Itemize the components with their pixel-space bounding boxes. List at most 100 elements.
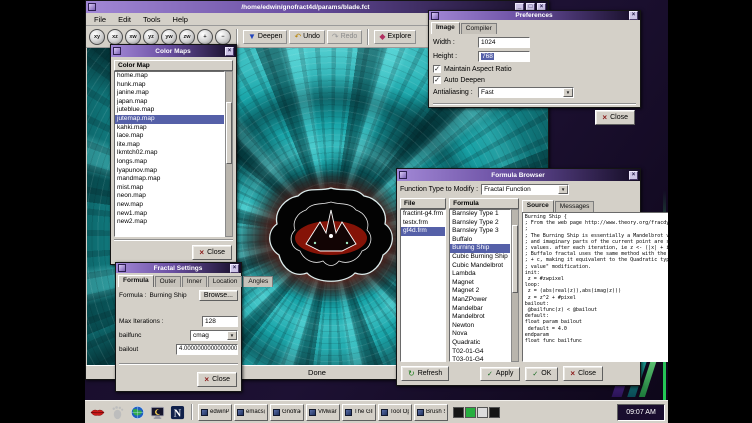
taskbar-task-button[interactable]: Brush Sel... bbox=[414, 404, 448, 421]
close-button[interactable]: × Close bbox=[197, 372, 237, 387]
settings-tab[interactable]: Angles bbox=[243, 276, 273, 287]
fractal-settings-titlebar[interactable]: Fractal Settings × bbox=[116, 263, 241, 273]
formula-item[interactable]: Quadratic bbox=[450, 339, 510, 348]
bailfunc-dropdown[interactable]: cmag ▼ bbox=[190, 330, 238, 341]
window-menu-icon[interactable] bbox=[88, 3, 96, 11]
colormap-item[interactable]: new.map bbox=[115, 201, 224, 210]
menu-item[interactable]: Help bbox=[167, 14, 194, 25]
formula-item[interactable]: Mandelbrot bbox=[450, 313, 510, 322]
screensaver-icon[interactable] bbox=[148, 403, 166, 421]
taskbar-task-button[interactable]: emacs@li... bbox=[234, 404, 268, 421]
formula-item[interactable]: Nova bbox=[450, 330, 510, 339]
taskbar-task-button[interactable]: Tool Optio... bbox=[378, 404, 412, 421]
maintain-aspect-checkbox[interactable]: ✓ bbox=[433, 65, 441, 73]
max-iterations-input[interactable]: 128 bbox=[202, 316, 238, 327]
preferences-titlebar[interactable]: Preferences × bbox=[429, 11, 640, 20]
settings-tab[interactable]: Location bbox=[208, 276, 243, 287]
window-menu-icon[interactable] bbox=[431, 12, 439, 20]
close-icon[interactable]: × bbox=[230, 264, 239, 273]
file-item[interactable]: gf4d.frm bbox=[401, 227, 445, 236]
preferences-tab[interactable]: Image bbox=[431, 22, 460, 34]
colormap-item[interactable]: jutemap.map bbox=[115, 115, 224, 124]
colormap-item[interactable]: lite.map bbox=[115, 141, 224, 150]
rotate-dial-button[interactable]: xw bbox=[125, 29, 141, 45]
colormap-item[interactable]: mandmap.map bbox=[115, 175, 224, 184]
colormap-item[interactable]: kahki.map bbox=[115, 124, 224, 133]
close-icon[interactable]: × bbox=[225, 47, 234, 56]
formula-item[interactable]: Newton bbox=[450, 322, 510, 331]
formula-item[interactable]: Barnsley Type 3 bbox=[450, 227, 510, 236]
rotate-dial-button[interactable]: yz bbox=[143, 29, 159, 45]
undo-button[interactable]: ↶ Undo bbox=[289, 30, 324, 44]
colormap-column-header[interactable]: Color Map bbox=[114, 60, 233, 71]
formula-item[interactable]: Cubic Mandelbrot bbox=[450, 262, 510, 271]
window-menu-icon[interactable] bbox=[399, 171, 407, 179]
window-menu-icon[interactable] bbox=[118, 264, 126, 272]
chevron-down-icon[interactable]: ▼ bbox=[563, 88, 573, 97]
rotate-dial-button[interactable]: xy bbox=[89, 29, 105, 45]
colormap-item[interactable]: home.map bbox=[115, 72, 224, 81]
colormap-item[interactable]: longs.map bbox=[115, 158, 224, 167]
colormap-item[interactable]: hunk.map bbox=[115, 81, 224, 90]
deepen-button[interactable]: ▼ Deepen bbox=[243, 30, 287, 44]
ok-button[interactable]: ✓ OK bbox=[525, 367, 558, 381]
colormap-item[interactable]: lkmtch02.map bbox=[115, 149, 224, 158]
globe-icon[interactable] bbox=[128, 403, 146, 421]
formula-item[interactable]: Barnsley Type 1 bbox=[450, 210, 510, 219]
settings-tab[interactable]: Formula bbox=[118, 275, 154, 287]
pager-cell[interactable] bbox=[477, 407, 488, 418]
pager-cell[interactable] bbox=[465, 407, 476, 418]
color-maps-titlebar[interactable]: Color Maps × bbox=[111, 45, 236, 57]
colormap-item[interactable]: janine.map bbox=[115, 89, 224, 98]
bailout-input[interactable]: 4.00000000000000000 bbox=[176, 344, 238, 355]
file-item[interactable]: testx.frm bbox=[401, 219, 445, 228]
width-input[interactable]: 1024 bbox=[478, 37, 530, 48]
settings-tab[interactable]: Inner bbox=[182, 276, 207, 287]
menu-item[interactable]: Edit bbox=[112, 14, 137, 25]
netscape-icon[interactable]: N bbox=[168, 403, 186, 421]
lips-icon[interactable] bbox=[88, 403, 106, 421]
formula-item[interactable]: Magnet 2 bbox=[450, 287, 510, 296]
formula-item[interactable]: Cubic Burning Ship bbox=[450, 253, 510, 262]
chevron-down-icon[interactable]: ▼ bbox=[227, 331, 237, 340]
formula-item[interactable]: Mandelbar bbox=[450, 305, 510, 314]
menu-item[interactable]: Tools bbox=[137, 14, 167, 25]
pager-cell[interactable] bbox=[489, 407, 500, 418]
colormap-item[interactable]: lyapunov.map bbox=[115, 167, 224, 176]
formula-item[interactable]: T02-01-G4 bbox=[450, 348, 510, 357]
rotate-dial-button[interactable]: − bbox=[215, 29, 231, 45]
rotate-dial-button[interactable]: yw bbox=[161, 29, 177, 45]
auto-deepen-checkbox[interactable]: ✓ bbox=[433, 76, 441, 84]
colormap-item[interactable]: neon.map bbox=[115, 192, 224, 201]
colormap-item[interactable]: japan.map bbox=[115, 98, 224, 107]
function-type-dropdown[interactable]: Fractal Function ▼ bbox=[481, 184, 569, 195]
menu-item[interactable]: File bbox=[88, 14, 112, 25]
antialias-dropdown[interactable]: Fast ▼ bbox=[478, 87, 574, 98]
taskbar-task-button[interactable]: The GIMP bbox=[342, 404, 376, 421]
formula-item[interactable]: Buffalo bbox=[450, 236, 510, 245]
colormap-item[interactable]: lace.map bbox=[115, 132, 224, 141]
settings-tab[interactable]: Outer bbox=[155, 276, 181, 287]
height-input[interactable]: 768 bbox=[478, 51, 530, 62]
preferences-tab[interactable]: Compiler bbox=[461, 23, 497, 34]
close-icon[interactable]: × bbox=[629, 11, 638, 20]
close-icon[interactable]: × bbox=[629, 171, 638, 180]
source-tab[interactable]: Messages bbox=[555, 201, 595, 212]
close-button[interactable]: × Close bbox=[192, 245, 232, 260]
formula-item[interactable]: Magnet bbox=[450, 279, 510, 288]
gnome-foot-icon[interactable] bbox=[108, 403, 126, 421]
taskbar-task-button[interactable]: edwinPC... bbox=[198, 404, 232, 421]
rotate-dial-button[interactable]: xz bbox=[107, 29, 123, 45]
close-button[interactable]: × Close bbox=[595, 110, 635, 125]
file-item[interactable]: fractint-g4.frm bbox=[401, 210, 445, 219]
formula-browser-titlebar[interactable]: Formula Browser × bbox=[397, 169, 640, 181]
rotate-dial-button[interactable]: zw bbox=[179, 29, 195, 45]
file-column-header[interactable]: File bbox=[400, 198, 446, 209]
browse-button[interactable]: Browse... bbox=[199, 290, 238, 301]
redo-button[interactable]: ↷ Redo bbox=[327, 30, 362, 44]
refresh-button[interactable]: ↻ Refresh bbox=[401, 366, 449, 381]
colormap-item[interactable]: mist.map bbox=[115, 184, 224, 193]
formula-item[interactable]: Burning Ship bbox=[450, 244, 510, 253]
colormap-item[interactable]: new1.map bbox=[115, 210, 224, 219]
taskbar-task-button[interactable]: VMware V... bbox=[306, 404, 340, 421]
